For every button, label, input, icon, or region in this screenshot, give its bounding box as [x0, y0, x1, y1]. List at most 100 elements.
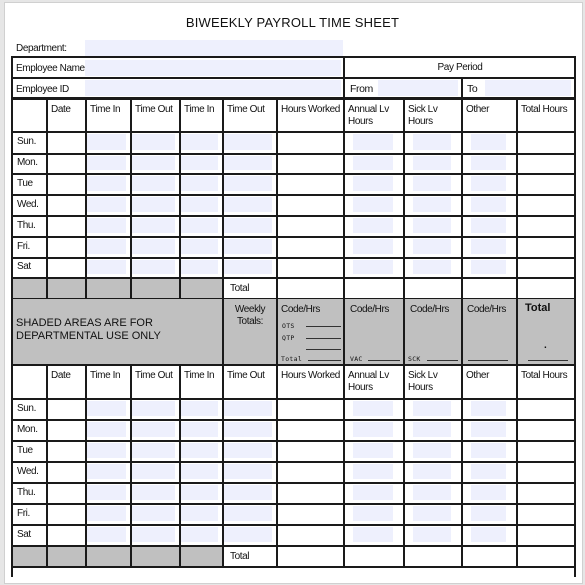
entry-cell[interactable] [278, 463, 342, 481]
time-entry-cell[interactable] [413, 485, 451, 500]
time-entry-cell[interactable] [224, 401, 272, 416]
time-entry-cell[interactable] [87, 464, 126, 479]
time-entry-cell[interactable] [224, 156, 272, 170]
time-entry-cell[interactable] [132, 422, 175, 437]
time-entry-cell[interactable] [413, 176, 451, 191]
entry-cell[interactable] [518, 505, 573, 523]
entry-cell[interactable] [518, 217, 573, 235]
time-entry-cell[interactable] [471, 401, 506, 416]
time-entry-cell[interactable] [181, 176, 218, 191]
time-entry-cell[interactable] [132, 156, 175, 170]
time-entry-cell[interactable] [224, 464, 272, 479]
time-entry-cell[interactable] [471, 197, 506, 212]
time-entry-cell[interactable] [353, 197, 393, 212]
entry-cell[interactable] [48, 442, 84, 460]
time-entry-cell[interactable] [413, 156, 451, 170]
time-entry-cell[interactable] [132, 197, 175, 212]
time-entry-cell[interactable] [132, 260, 175, 274]
time-entry-cell[interactable] [87, 197, 126, 212]
entry-cell[interactable] [48, 196, 84, 214]
time-entry-cell[interactable] [413, 260, 451, 274]
time-entry-cell[interactable] [132, 443, 175, 458]
time-entry-cell[interactable] [353, 401, 393, 416]
time-entry-cell[interactable] [224, 197, 272, 212]
entry-cell[interactable] [278, 217, 342, 235]
entry-cell[interactable] [48, 155, 84, 172]
entry-cell[interactable] [48, 484, 84, 502]
time-entry-cell[interactable] [413, 134, 451, 150]
time-entry-cell[interactable] [353, 527, 393, 542]
time-entry-cell[interactable] [181, 156, 218, 170]
time-entry-cell[interactable] [181, 218, 218, 233]
time-entry-cell[interactable] [413, 197, 451, 212]
time-entry-cell[interactable] [132, 464, 175, 479]
time-entry-cell[interactable] [471, 443, 506, 458]
time-entry-cell[interactable] [87, 176, 126, 191]
entry-cell[interactable] [518, 484, 573, 502]
time-entry-cell[interactable] [471, 156, 506, 170]
time-entry-cell[interactable] [132, 218, 175, 233]
time-entry-cell[interactable] [353, 422, 393, 437]
entry-cell[interactable] [518, 400, 573, 418]
entry-cell[interactable] [48, 421, 84, 439]
time-entry-cell[interactable] [87, 485, 126, 500]
entry-cell[interactable] [278, 238, 342, 256]
entry-cell[interactable] [278, 259, 342, 276]
entry-cell[interactable] [278, 175, 342, 193]
time-entry-cell[interactable] [413, 527, 451, 542]
time-entry-cell[interactable] [87, 527, 126, 542]
vac-blank[interactable] [368, 360, 400, 361]
entry-cell[interactable] [518, 175, 573, 193]
time-entry-cell[interactable] [471, 134, 506, 150]
time-entry-cell[interactable] [181, 401, 218, 416]
time-entry-cell[interactable] [413, 218, 451, 233]
time-entry-cell[interactable] [353, 218, 393, 233]
time-entry-cell[interactable] [132, 176, 175, 191]
entry-cell[interactable] [48, 217, 84, 235]
time-entry-cell[interactable] [181, 464, 218, 479]
time-entry-cell[interactable] [181, 506, 218, 521]
time-entry-cell[interactable] [132, 506, 175, 521]
time-entry-cell[interactable] [353, 239, 393, 254]
time-entry-cell[interactable] [181, 485, 218, 500]
time-entry-cell[interactable] [181, 527, 218, 542]
time-entry-cell[interactable] [87, 443, 126, 458]
time-entry-cell[interactable] [413, 443, 451, 458]
time-entry-cell[interactable] [471, 506, 506, 521]
time-entry-cell[interactable] [471, 176, 506, 191]
grand-total-blank[interactable] [528, 360, 568, 361]
time-entry-cell[interactable] [413, 401, 451, 416]
time-entry-cell[interactable] [471, 485, 506, 500]
entry-cell[interactable] [278, 400, 342, 418]
time-entry-cell[interactable] [87, 218, 126, 233]
entry-cell[interactable] [518, 526, 573, 544]
total-blank[interactable] [308, 360, 341, 361]
entry-cell[interactable] [518, 155, 573, 172]
time-entry-cell[interactable] [413, 506, 451, 521]
time-entry-cell[interactable] [353, 506, 393, 521]
time-entry-cell[interactable] [87, 134, 126, 150]
time-entry-cell[interactable] [353, 443, 393, 458]
time-entry-cell[interactable] [353, 134, 393, 150]
time-entry-cell[interactable] [413, 464, 451, 479]
time-entry-cell[interactable] [132, 401, 175, 416]
time-entry-cell[interactable] [471, 218, 506, 233]
time-entry-cell[interactable] [87, 239, 126, 254]
time-entry-cell[interactable] [224, 443, 272, 458]
time-entry-cell[interactable] [224, 527, 272, 542]
employee-name-input[interactable] [85, 60, 341, 76]
entry-cell[interactable] [518, 133, 573, 152]
time-entry-cell[interactable] [224, 485, 272, 500]
employee-id-input[interactable] [85, 80, 341, 96]
time-entry-cell[interactable] [132, 485, 175, 500]
time-entry-cell[interactable] [181, 197, 218, 212]
other-blank[interactable] [468, 360, 508, 361]
entry-cell[interactable] [278, 421, 342, 439]
time-entry-cell[interactable] [181, 443, 218, 458]
time-entry-cell[interactable] [353, 260, 393, 274]
time-entry-cell[interactable] [87, 156, 126, 170]
entry-cell[interactable] [48, 526, 84, 544]
entry-cell[interactable] [48, 175, 84, 193]
entry-cell[interactable] [278, 196, 342, 214]
time-entry-cell[interactable] [471, 422, 506, 437]
